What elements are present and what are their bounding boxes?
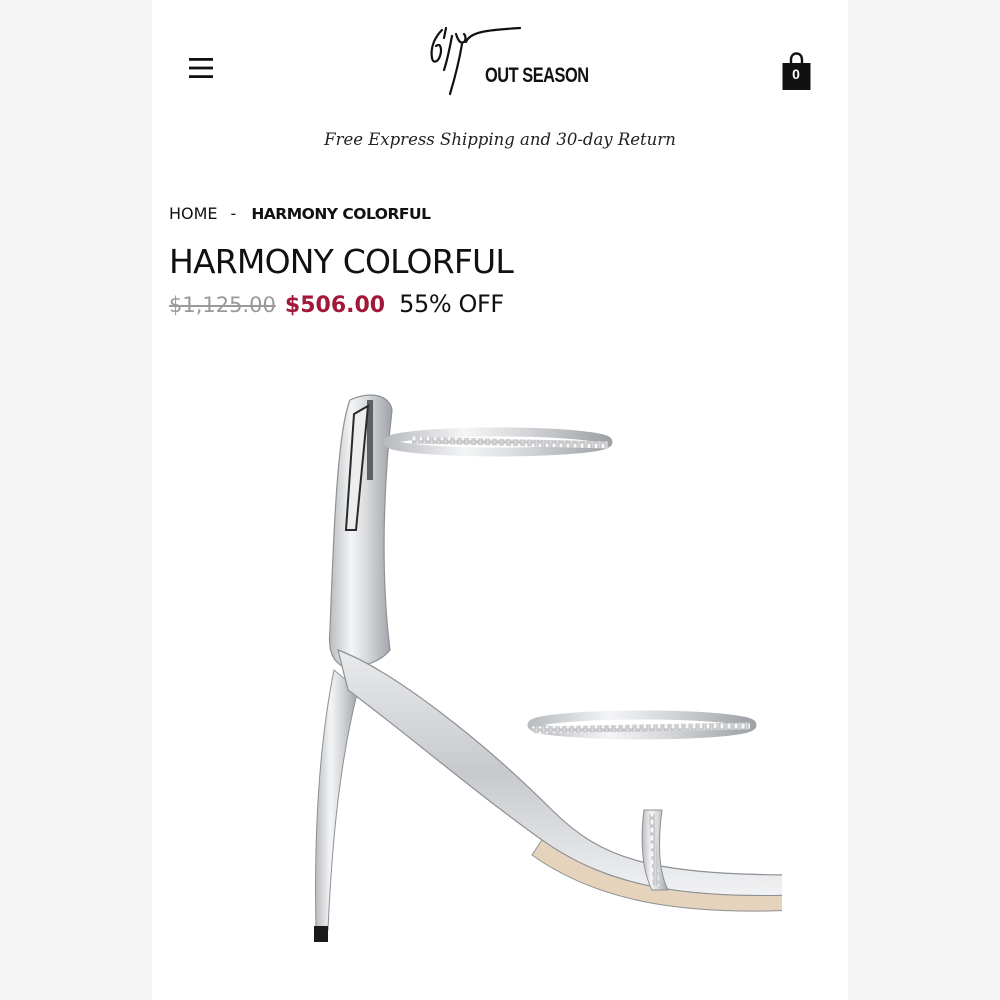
breadcrumb-current: HARMONY COLORFUL bbox=[251, 205, 431, 223]
original-price: $1,125.00 bbox=[169, 293, 276, 317]
heel-stiletto bbox=[315, 669, 359, 931]
logo-wordmark: OUT SEASON bbox=[485, 64, 589, 87]
signature-logo-icon bbox=[430, 26, 522, 96]
product-page: OUT SEASON 0 Free Express Shipping and 3… bbox=[152, 0, 848, 1000]
breadcrumb: HOME - HARMONY COLORFUL bbox=[169, 204, 431, 223]
cart-count-badge: 0 bbox=[792, 66, 800, 82]
breadcrumb-separator: - bbox=[230, 204, 237, 223]
brand-logo[interactable]: OUT SEASON bbox=[422, 22, 589, 102]
middle-strap-crystals bbox=[531, 722, 751, 734]
sale-price: $506.00 bbox=[284, 293, 386, 318]
ankle-strap-crystals bbox=[411, 436, 609, 449]
menu-button[interactable] bbox=[187, 54, 215, 82]
breadcrumb-home-link[interactable]: HOME bbox=[169, 204, 218, 223]
shipping-promo: Free Express Shipping and 30-day Return bbox=[324, 130, 676, 149]
toe-strap-crystals bbox=[649, 813, 659, 887]
product-image[interactable] bbox=[222, 370, 782, 970]
price-row: $1,125.00 $506.00 55% OFF bbox=[169, 290, 504, 318]
heel-tip bbox=[314, 926, 328, 942]
discount-label: 55% OFF bbox=[399, 290, 504, 318]
cart-button[interactable]: 0 bbox=[781, 51, 815, 93]
hamburger-menu-icon bbox=[189, 58, 213, 78]
product-title: HARMONY COLORFUL bbox=[169, 242, 514, 281]
